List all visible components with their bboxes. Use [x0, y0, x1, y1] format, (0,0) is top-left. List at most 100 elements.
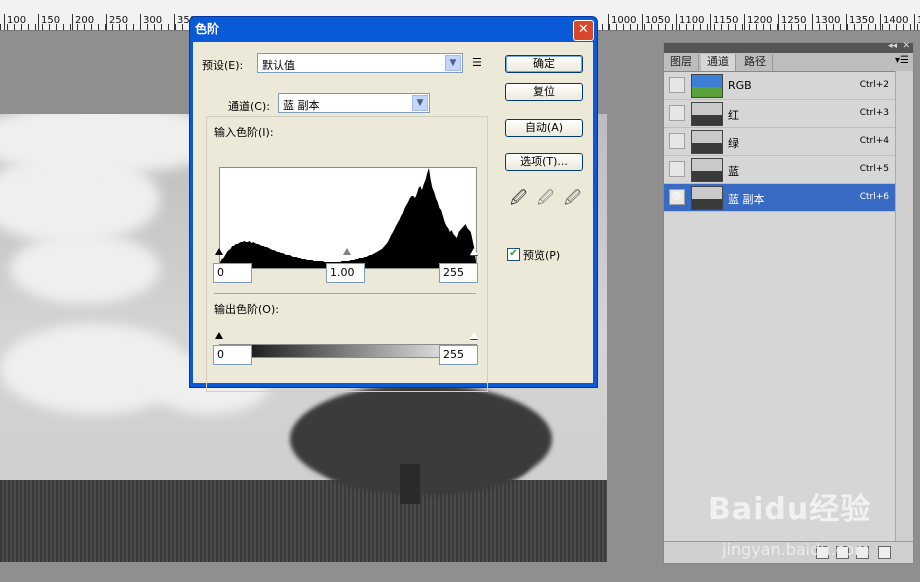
- input-black-field[interactable]: 0: [213, 263, 252, 283]
- ruler-minor-tick: [602, 24, 603, 30]
- ruler-minor-tick: [119, 24, 120, 30]
- visibility-eye-icon[interactable]: [669, 77, 685, 93]
- tab-layers[interactable]: 图层: [664, 54, 699, 71]
- auto-button[interactable]: 自动(A): [505, 119, 583, 137]
- ruler-minor-tick: [896, 24, 897, 30]
- ruler-minor-tick: [147, 24, 148, 30]
- preset-select[interactable]: 默认值 ▼: [257, 53, 463, 73]
- collapse-icon[interactable]: ◂◂: [888, 41, 897, 51]
- output-black-slider[interactable]: [215, 332, 223, 339]
- dialog-title: 色阶: [195, 22, 220, 36]
- visibility-eye-icon[interactable]: [669, 133, 685, 149]
- ruler-minor-tick: [693, 24, 694, 30]
- visibility-eye-icon[interactable]: [669, 105, 685, 121]
- ruler-minor-tick: [784, 24, 785, 30]
- ruler-minor-tick: [714, 24, 715, 30]
- ground-area: [0, 480, 607, 562]
- ruler-minor-tick: [105, 24, 106, 30]
- chevron-down-icon: ▼: [445, 55, 461, 71]
- channel-select[interactable]: 蓝 副本 ▼: [278, 93, 430, 113]
- input-gamma-slider[interactable]: [343, 248, 351, 255]
- channel-shortcut: Ctrl+2: [859, 80, 889, 90]
- channel-label: 通道(C):: [225, 98, 273, 114]
- ruler-minor-tick: [889, 24, 890, 30]
- channel-thumbnail: [691, 158, 723, 182]
- ruler-minor-tick: [798, 24, 799, 30]
- watermark-url: jingyan.baidu.com: [722, 540, 870, 559]
- ruler-minor-tick: [630, 24, 631, 30]
- input-black-slider[interactable]: [215, 248, 223, 255]
- ruler-minor-tick: [42, 24, 43, 30]
- close-button[interactable]: ✕: [573, 20, 594, 41]
- ruler-minor-tick: [56, 24, 57, 30]
- input-levels-label: 输入色阶(I):: [214, 126, 274, 139]
- tree-trunk: [400, 464, 420, 504]
- ruler-minor-tick: [84, 24, 85, 30]
- channel-thumbnail: [691, 186, 723, 210]
- channel-row[interactable]: 蓝 Ctrl+5: [664, 156, 895, 184]
- ruler-major-tick: [744, 14, 745, 30]
- ruler-minor-tick: [609, 24, 610, 30]
- ruler-minor-tick: [133, 24, 134, 30]
- close-icon[interactable]: ✕: [902, 41, 910, 51]
- reset-button[interactable]: 复位: [505, 83, 583, 101]
- ruler-minor-tick: [910, 24, 911, 30]
- visibility-eye-icon[interactable]: [669, 161, 685, 177]
- levels-dialog: 色阶 ✕ 预设(E): 默认值 ▼ ☰ 通道(C): 蓝 副本 ▼ 输入色阶(I…: [189, 16, 598, 392]
- ruler-minor-tick: [665, 24, 666, 30]
- ruler-label: 1200: [747, 15, 773, 26]
- ruler-minor-tick: [721, 24, 722, 30]
- input-white-field[interactable]: 255: [439, 263, 478, 283]
- chevron-down-icon: ▼: [412, 95, 428, 111]
- ruler-minor-tick: [91, 24, 92, 30]
- channel-thumbnail: [691, 102, 723, 126]
- panel-titlebar[interactable]: ◂◂ ✕: [664, 41, 913, 53]
- channel-row[interactable]: 绿 Ctrl+4: [664, 128, 895, 156]
- channel-row[interactable]: RGB Ctrl+2: [664, 72, 895, 100]
- input-gamma-field[interactable]: 1.00: [326, 263, 365, 283]
- channel-shortcut: Ctrl+4: [859, 136, 889, 146]
- ruler-minor-tick: [154, 24, 155, 30]
- ruler-minor-tick: [616, 24, 617, 30]
- options-button[interactable]: 选项(T)...: [505, 153, 583, 171]
- output-levels-label: 输出色阶(O):: [214, 303, 279, 316]
- white-eyedropper-icon[interactable]: 🖉: [564, 187, 581, 214]
- gray-eyedropper-icon[interactable]: 🖉: [537, 187, 554, 214]
- panel-scrollbar[interactable]: [895, 71, 913, 541]
- list-menu-icon[interactable]: ☰: [472, 56, 482, 69]
- dialog-body: 预设(E): 默认值 ▼ ☰ 通道(C): 蓝 副本 ▼ 输入色阶(I): 0 …: [193, 42, 593, 392]
- ruler-minor-tick: [63, 24, 64, 30]
- ruler-minor-tick: [7, 24, 8, 30]
- divider: [214, 293, 476, 294]
- ruler-minor-tick: [77, 24, 78, 30]
- output-white-slider[interactable]: [470, 332, 478, 339]
- output-black-field[interactable]: 0: [213, 345, 252, 365]
- preview-checkbox[interactable]: ✔: [507, 248, 520, 261]
- channel-row[interactable]: 👁 蓝 副本 Ctrl+6: [664, 184, 895, 212]
- ruler-minor-tick: [98, 24, 99, 30]
- ruler-minor-tick: [623, 24, 624, 30]
- black-eyedropper-icon[interactable]: 🖉: [510, 187, 527, 214]
- visibility-eye-icon[interactable]: 👁: [669, 189, 685, 205]
- panel-menu-icon[interactable]: ▾☰: [895, 55, 909, 66]
- ruler-minor-tick: [812, 24, 813, 30]
- ruler-minor-tick: [791, 24, 792, 30]
- preset-value: 默认值: [262, 59, 295, 72]
- output-white-field[interactable]: 255: [439, 345, 478, 365]
- ruler-major-tick: [4, 14, 5, 30]
- ruler-minor-tick: [763, 24, 764, 30]
- ruler-major-tick: [710, 14, 711, 30]
- ruler-minor-tick: [903, 24, 904, 30]
- ruler-minor-tick: [182, 24, 183, 30]
- tab-channels[interactable]: 通道: [701, 54, 736, 71]
- ruler-minor-tick: [875, 24, 876, 30]
- ruler-minor-tick: [126, 24, 127, 30]
- ok-button[interactable]: 确定: [505, 55, 583, 73]
- channel-name: RGB: [728, 79, 752, 92]
- trash-icon[interactable]: [878, 546, 891, 559]
- channel-row[interactable]: 红 Ctrl+3: [664, 100, 895, 128]
- tab-paths[interactable]: 路径: [738, 54, 773, 71]
- ruler-major-tick: [676, 14, 677, 30]
- input-white-slider[interactable]: [470, 248, 478, 255]
- channel-shortcut: Ctrl+3: [859, 108, 889, 118]
